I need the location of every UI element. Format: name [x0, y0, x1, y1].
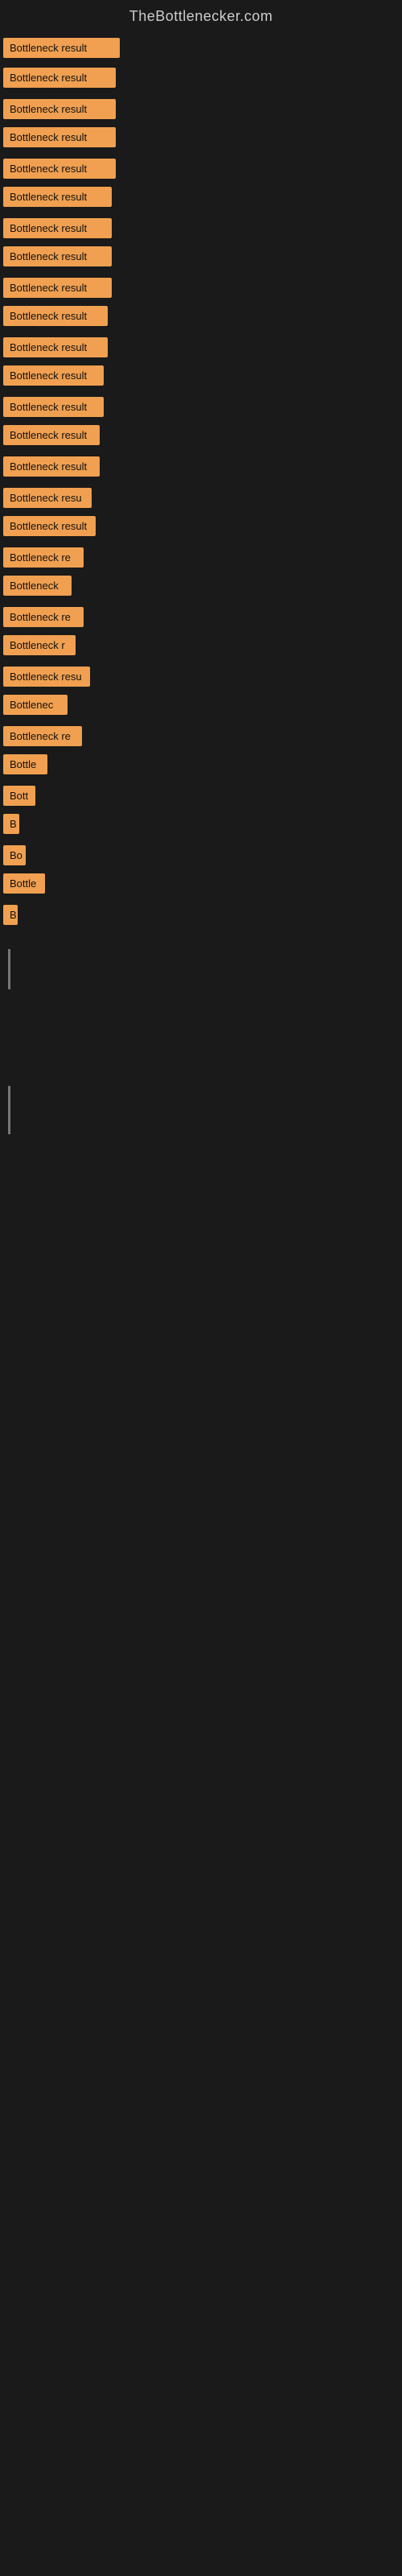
bottleneck-label-23[interactable]: Bottlenec: [3, 695, 68, 715]
bottleneck-item-13: Bottleneck result: [3, 397, 402, 417]
bottleneck-label-13[interactable]: Bottleneck result: [3, 397, 104, 417]
bottleneck-label-18[interactable]: Bottleneck re: [3, 547, 84, 568]
bottleneck-label-16[interactable]: Bottleneck resu: [3, 488, 92, 508]
bottleneck-label-19[interactable]: Bottleneck: [3, 576, 72, 596]
bottleneck-label-7[interactable]: Bottleneck result: [3, 218, 112, 238]
bottleneck-label-9[interactable]: Bottleneck result: [3, 278, 112, 298]
bottleneck-label-2[interactable]: Bottleneck result: [3, 68, 116, 88]
vertical-bar-1: [8, 949, 10, 989]
bottleneck-item-4: Bottleneck result: [3, 127, 402, 147]
bottleneck-item-3: Bottleneck result: [3, 99, 402, 119]
bottleneck-label-29[interactable]: Bottle: [3, 873, 45, 894]
bottleneck-label-10[interactable]: Bottleneck result: [3, 306, 108, 326]
bottleneck-label-28[interactable]: Bo: [3, 845, 26, 865]
bottleneck-label-1[interactable]: Bottleneck result: [3, 38, 120, 58]
bottleneck-item-17: Bottleneck result: [3, 516, 402, 536]
bottleneck-label-27[interactable]: B: [3, 814, 19, 834]
bottleneck-label-30[interactable]: B: [3, 905, 18, 925]
bottleneck-item-11: Bottleneck result: [3, 337, 402, 357]
bottleneck-label-26[interactable]: Bott: [3, 786, 35, 806]
bottleneck-item-15: Bottleneck result: [3, 456, 402, 477]
bottleneck-item-21: Bottleneck r: [3, 635, 402, 655]
bottleneck-item-8: Bottleneck result: [3, 246, 402, 266]
bottleneck-item-25: Bottle: [3, 754, 402, 774]
bottleneck-label-22[interactable]: Bottleneck resu: [3, 667, 90, 687]
site-title: TheBottlenecker.com: [0, 0, 402, 31]
bottleneck-item-24: Bottleneck re: [3, 726, 402, 746]
bottleneck-item-18: Bottleneck re: [3, 547, 402, 568]
vertical-bar-2: [8, 1086, 10, 1134]
bottleneck-item-9: Bottleneck result: [3, 278, 402, 298]
bottleneck-label-12[interactable]: Bottleneck result: [3, 365, 104, 386]
bottleneck-item-5: Bottleneck result: [3, 159, 402, 179]
bottleneck-item-6: Bottleneck result: [3, 187, 402, 207]
bottleneck-label-3[interactable]: Bottleneck result: [3, 99, 116, 119]
bottleneck-item-23: Bottlenec: [3, 695, 402, 715]
bottleneck-item-1: Bottleneck result: [3, 38, 402, 58]
bottleneck-item-27: B: [3, 814, 402, 834]
bottleneck-label-8[interactable]: Bottleneck result: [3, 246, 112, 266]
bottleneck-label-25[interactable]: Bottle: [3, 754, 47, 774]
bottleneck-item-2: Bottleneck result: [3, 68, 402, 88]
bottleneck-label-5[interactable]: Bottleneck result: [3, 159, 116, 179]
bottleneck-item-22: Bottleneck resu: [3, 667, 402, 687]
bottleneck-label-17[interactable]: Bottleneck result: [3, 516, 96, 536]
bottleneck-item-30: B: [3, 905, 402, 925]
bottleneck-item-28: Bo: [3, 845, 402, 865]
bottleneck-item-29: Bottle: [3, 873, 402, 894]
bottleneck-item-16: Bottleneck resu: [3, 488, 402, 508]
bottleneck-label-14[interactable]: Bottleneck result: [3, 425, 100, 445]
bottleneck-item-20: Bottleneck re: [3, 607, 402, 627]
bottleneck-item-26: Bott: [3, 786, 402, 806]
bottleneck-label-21[interactable]: Bottleneck r: [3, 635, 76, 655]
bottleneck-item-7: Bottleneck result: [3, 218, 402, 238]
bottleneck-label-15[interactable]: Bottleneck result: [3, 456, 100, 477]
bottleneck-item-19: Bottleneck: [3, 576, 402, 596]
bottleneck-label-20[interactable]: Bottleneck re: [3, 607, 84, 627]
bottleneck-label-4[interactable]: Bottleneck result: [3, 127, 116, 147]
bottleneck-item-12: Bottleneck result: [3, 365, 402, 386]
bottleneck-label-11[interactable]: Bottleneck result: [3, 337, 108, 357]
bottleneck-label-6[interactable]: Bottleneck result: [3, 187, 112, 207]
bottleneck-label-24[interactable]: Bottleneck re: [3, 726, 82, 746]
bottleneck-item-14: Bottleneck result: [3, 425, 402, 445]
bottleneck-item-10: Bottleneck result: [3, 306, 402, 326]
